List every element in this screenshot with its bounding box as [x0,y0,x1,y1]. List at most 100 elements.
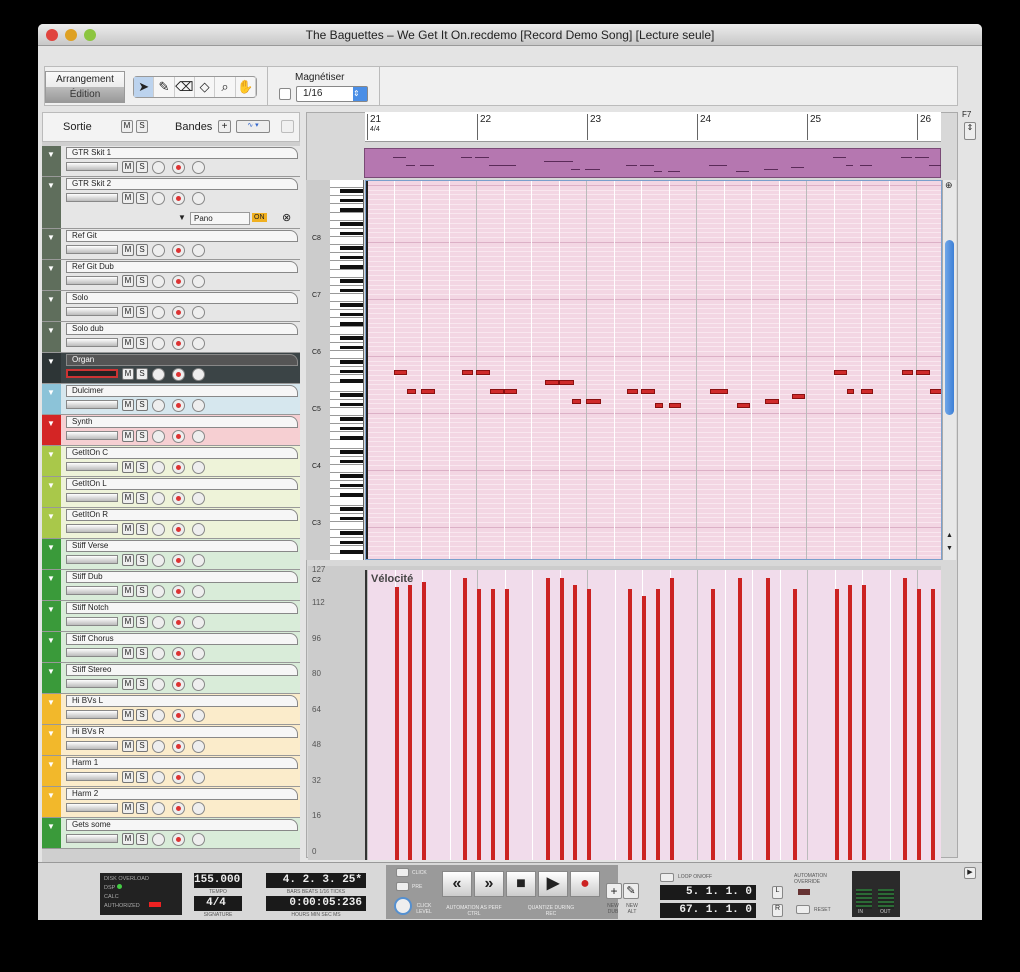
volume-fader[interactable] [66,834,118,843]
volume-fader[interactable] [66,193,118,202]
close-icon[interactable] [46,29,58,41]
scrollbar-thumb[interactable] [945,240,954,415]
midi-note[interactable] [489,389,504,394]
black-key[interactable] [340,360,363,364]
input-button[interactable] [192,306,205,319]
mute-button[interactable]: M [122,399,134,411]
bar-number[interactable]: 26 [917,114,931,140]
midi-note[interactable] [929,389,941,394]
volume-fader[interactable] [66,803,118,812]
ruler[interactable]: 21 22 23 24 25 26 4/4 [365,112,941,142]
mute-button[interactable]: M [122,833,134,845]
midi-note[interactable] [407,389,416,394]
velocity-bar[interactable] [408,584,413,860]
mute-button[interactable]: M [122,523,134,535]
delete-lane-button[interactable] [281,120,294,133]
loop-left-display[interactable]: 5. 1. 1. 0 [660,885,756,900]
mute-button[interactable]: M [122,802,134,814]
white-key[interactable] [330,237,363,246]
track-name[interactable]: Ref Git Dub [66,261,298,273]
arrow-tool-icon[interactable]: ➤ [134,77,155,97]
track-name[interactable]: Organ [66,354,298,366]
master-mute-button[interactable]: M [121,120,133,133]
midi-note[interactable] [421,389,435,394]
track-name[interactable]: Solo [66,292,298,304]
input-button[interactable] [192,771,205,784]
pre-toggle[interactable] [396,882,409,891]
record-enable-button[interactable] [172,523,185,536]
hand-tool-icon[interactable]: ✋ [236,77,256,97]
midi-note[interactable] [462,370,474,375]
scroll-down-icon[interactable]: ▼ [946,545,953,552]
track-name[interactable]: GTR Skit 2 [66,178,298,190]
disclosure-triangle-icon[interactable]: ▼ [47,326,55,335]
disclosure-triangle-icon[interactable]: ▼ [47,357,55,366]
input-button[interactable] [192,585,205,598]
disclosure-triangle-icon[interactable]: ▼ [47,181,55,190]
solo-button[interactable]: S [136,492,148,504]
solo-button[interactable]: S [136,585,148,597]
monitor-button[interactable] [152,275,165,288]
black-key[interactable] [340,336,363,340]
bar-number[interactable]: 22 [477,114,491,140]
mute-button[interactable]: M [122,337,134,349]
position-display[interactable]: 4. 2. 3. 25* [266,873,366,888]
snap-checkbox[interactable] [279,88,291,100]
input-button[interactable] [192,554,205,567]
velocity-bar[interactable] [477,589,481,860]
track-name[interactable]: Harm 1 [66,757,298,769]
loop-right-display[interactable]: 67. 1. 1. 0 [660,903,756,918]
solo-button[interactable]: S [136,399,148,411]
track-row[interactable]: ▼ GetItOn C MS [42,446,300,477]
monitor-button[interactable] [152,368,165,381]
volume-fader[interactable] [66,307,118,316]
track-row[interactable]: ▼ Stiff Notch M S [42,601,300,632]
volume-fader[interactable] [66,524,118,533]
solo-button[interactable]: S [136,771,148,783]
solo-button[interactable]: S [136,554,148,566]
vertical-scrollbar[interactable]: ⊕ ▲ ▼ [942,180,956,560]
black-key[interactable] [340,222,363,226]
monitor-button[interactable] [152,399,165,412]
volume-fader[interactable] [66,462,118,471]
black-key[interactable] [340,312,363,317]
zoom-icon[interactable] [84,29,96,41]
record-button[interactable]: ● [570,871,600,897]
track-name[interactable]: Hi BVs L [66,695,298,707]
track-name[interactable]: Harm 2 [66,788,298,800]
black-key[interactable] [340,436,363,440]
tempo-display[interactable]: 155.000 [194,873,242,888]
midi-note[interactable] [792,393,805,399]
bar-number[interactable]: 23 [587,114,601,140]
mute-button[interactable]: M [122,461,134,473]
input-button[interactable] [192,802,205,815]
track-row[interactable]: ▼ Stiff Verse M S [42,539,300,570]
record-enable-button[interactable] [172,337,185,350]
track-name[interactable]: Solo dub [66,323,298,335]
velocity-bar[interactable] [422,582,426,860]
black-key[interactable] [340,303,363,307]
midi-note[interactable] [709,389,728,394]
black-key[interactable] [340,450,363,454]
velocity-bar[interactable] [545,578,550,860]
black-key[interactable] [340,516,363,521]
black-key[interactable] [340,265,363,269]
midi-note[interactable] [737,403,750,409]
mute-button[interactable]: M [122,430,134,442]
volume-fader[interactable] [66,710,118,719]
solo-button[interactable]: S [136,430,148,442]
velocity-bar[interactable] [669,578,674,860]
mute-button[interactable]: M [122,771,134,783]
input-button[interactable] [192,192,205,205]
mute-button[interactable]: M [122,275,134,287]
minimize-icon[interactable] [65,29,77,41]
snap-select[interactable]: 1/16 ⇕ [296,86,368,102]
velocity-bar[interactable] [490,589,495,860]
disclosure-triangle-icon[interactable]: ▼ [47,543,55,552]
volume-fader[interactable] [66,648,118,657]
midi-note[interactable] [586,398,602,404]
record-enable-button[interactable] [172,771,185,784]
scroll-up-icon[interactable]: ▲ [946,532,953,539]
track-row[interactable]: ▼ Ref Git Dub M S [42,260,300,291]
black-key[interactable] [340,540,363,545]
